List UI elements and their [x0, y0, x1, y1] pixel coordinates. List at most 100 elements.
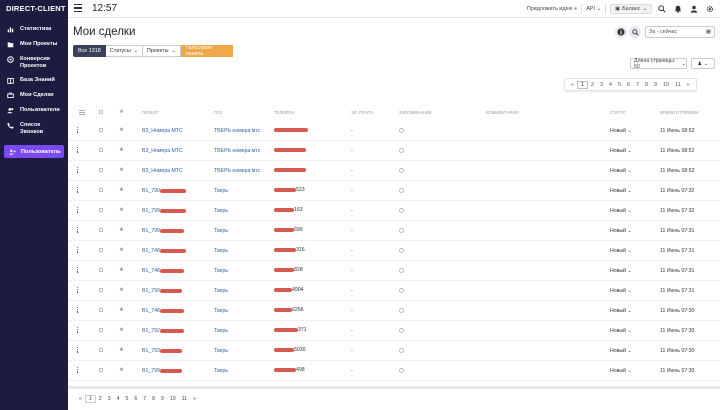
star-icon[interactable]: ★	[119, 267, 124, 273]
column-header-project[interactable]: Проект	[142, 110, 159, 115]
list-icon[interactable]	[79, 110, 85, 116]
row-checkbox[interactable]	[99, 208, 103, 212]
row-checkbox[interactable]	[99, 268, 103, 272]
star-icon[interactable]: ★	[119, 167, 124, 173]
row-menu-icon[interactable]	[77, 307, 79, 314]
table-row[interactable]: ★ В1_793 Тверь 5030 - Новый ⌄ 11 Июнь 07:30	[68, 341, 720, 361]
record-radio[interactable]	[399, 308, 404, 313]
page-link[interactable]: 5	[615, 82, 624, 88]
record-radio[interactable]	[399, 248, 404, 253]
page-link[interactable]: 3	[105, 396, 114, 402]
star-icon[interactable]: ★	[119, 367, 124, 373]
page-size-select[interactable]: Длина страницы: 50 ⌄	[630, 58, 687, 70]
phone-cell[interactable]: 5030	[274, 347, 306, 353]
balance-button[interactable]: ▣ Баланс ⌄	[610, 3, 652, 14]
row-menu-icon[interactable]	[77, 367, 79, 374]
user-button[interactable]: Пользователь	[4, 145, 64, 158]
record-radio[interactable]	[399, 148, 404, 153]
project-link[interactable]: В1_799	[142, 208, 186, 214]
row-menu-icon[interactable]	[77, 247, 79, 254]
column-header-record[interactable]: Запоминание	[399, 110, 432, 115]
date-range-field[interactable]: За - сейчас ▦	[645, 26, 715, 38]
project-link[interactable]: В1_792	[142, 328, 184, 334]
row-checkbox[interactable]	[99, 288, 103, 292]
city-link[interactable]: Тверь	[214, 268, 228, 274]
page-link[interactable]: 8	[642, 82, 651, 88]
column-header-phone[interactable]: Телефон	[274, 110, 294, 115]
star-icon[interactable]: ★	[119, 307, 124, 313]
page-link[interactable]: 7	[633, 82, 642, 88]
row-menu-icon[interactable]	[77, 347, 79, 354]
city-link[interactable]: Тверь	[214, 328, 228, 334]
record-radio[interactable]	[399, 128, 404, 133]
phone-cell[interactable]: 523	[274, 187, 305, 193]
row-menu-icon[interactable]	[77, 167, 79, 174]
sidebar-item-conversion[interactable]: Конверсия Проектов	[0, 52, 68, 73]
menu-icon[interactable]	[74, 4, 82, 12]
phone-cell[interactable]: 163	[274, 207, 303, 213]
horizontal-scrollbar[interactable]	[68, 386, 720, 389]
page-link[interactable]: 11	[672, 82, 684, 88]
phone-cell[interactable]: 828	[274, 267, 303, 273]
row-checkbox[interactable]	[99, 248, 103, 252]
star-icon[interactable]: ★	[119, 187, 124, 193]
phone-cell[interactable]	[274, 167, 306, 173]
column-header-status[interactable]: Статус	[610, 110, 626, 115]
search-icon[interactable]	[656, 3, 668, 15]
status-dropdown[interactable]: Новый ⌄	[610, 288, 632, 294]
page-link[interactable]: 2	[588, 82, 597, 88]
row-checkbox[interactable]	[99, 368, 103, 372]
page-prev[interactable]: «	[568, 82, 577, 88]
page-link[interactable]: 10	[167, 396, 179, 402]
status-dropdown[interactable]: Новый ⌄	[610, 168, 632, 174]
project-link[interactable]: В3_Номера МТС	[142, 168, 183, 174]
search-button[interactable]	[629, 26, 641, 38]
city-link[interactable]: Тверь	[214, 348, 228, 354]
table-row[interactable]: ★ В1_799 Тверь 163 - Новый ⌄ 11 Июнь 07:32	[68, 201, 720, 221]
page-link[interactable]: 8	[149, 396, 158, 402]
page-link[interactable]: 9	[651, 82, 660, 88]
phone-cell[interactable]: 699	[274, 227, 303, 233]
page-link[interactable]: 3	[597, 82, 606, 88]
column-header-email[interactable]: Эл. почта	[351, 110, 373, 115]
status-dropdown[interactable]: Новый ⌄	[610, 228, 632, 234]
city-link[interactable]: ТВЕРЬ номера мтс	[214, 148, 260, 154]
phone-cell[interactable]: 316	[274, 247, 305, 253]
project-link[interactable]: В1_799	[142, 228, 184, 234]
status-dropdown[interactable]: Новый ⌄	[610, 308, 632, 314]
table-row[interactable]: ★ В3_Номера МТС ТВЕРЬ номера мтс - Новый ⌄ 11…	[68, 161, 720, 181]
status-dropdown[interactable]: Новый ⌄	[610, 248, 632, 254]
table-row[interactable]: ★ В1_790 Тверь 4904 - Новый ⌄ 11 Июнь 07:31	[68, 281, 720, 301]
row-menu-icon[interactable]	[77, 227, 79, 234]
city-link[interactable]: Тверь	[214, 248, 228, 254]
status-dropdown[interactable]: Новый ⌄	[610, 328, 632, 334]
status-dropdown[interactable]: Новый ⌄	[610, 148, 632, 154]
phone-cell[interactable]	[274, 127, 308, 133]
table-row[interactable]: ★ В1_748 Тверь 316 - Новый ⌄ 11 Июнь 07:31	[68, 241, 720, 261]
info-button[interactable]	[615, 26, 627, 38]
row-checkbox[interactable]	[99, 348, 103, 352]
row-checkbox[interactable]	[99, 308, 103, 312]
page-link[interactable]: 4	[114, 396, 123, 402]
record-radio[interactable]	[399, 348, 404, 353]
table-row[interactable]: ★ В1_748 Тверь 828 - Новый ⌄ 11 Июнь 07:31	[68, 261, 720, 281]
row-checkbox[interactable]	[99, 168, 103, 172]
record-radio[interactable]	[399, 288, 404, 293]
table-row[interactable]: ★ В1_799 Тверь 699 - Новый ⌄ 11 Июнь 07:31	[68, 221, 720, 241]
row-checkbox[interactable]	[99, 148, 103, 152]
filter-projects-dropdown[interactable]: Проекты ⌄	[142, 45, 181, 57]
city-link[interactable]: ТВЕРЬ номера мтс	[214, 128, 260, 134]
project-link[interactable]: В1_748	[142, 268, 184, 274]
page-link[interactable]: 1	[84, 395, 96, 403]
page-next[interactable]: »	[684, 82, 693, 88]
status-dropdown[interactable]: Новый ⌄	[610, 188, 632, 194]
star-icon[interactable]: ★	[119, 127, 124, 133]
page-link[interactable]: 6	[624, 82, 633, 88]
project-link[interactable]: В1_790	[142, 188, 186, 194]
city-link[interactable]: ТВЕРЬ номера мтс	[214, 168, 260, 174]
star-icon[interactable]: ★	[119, 109, 124, 115]
column-settings-button[interactable]: ♟ ⌄	[691, 58, 715, 69]
star-icon[interactable]: ★	[119, 147, 124, 153]
page-link[interactable]: 1	[577, 80, 588, 89]
user-icon[interactable]	[688, 3, 700, 15]
